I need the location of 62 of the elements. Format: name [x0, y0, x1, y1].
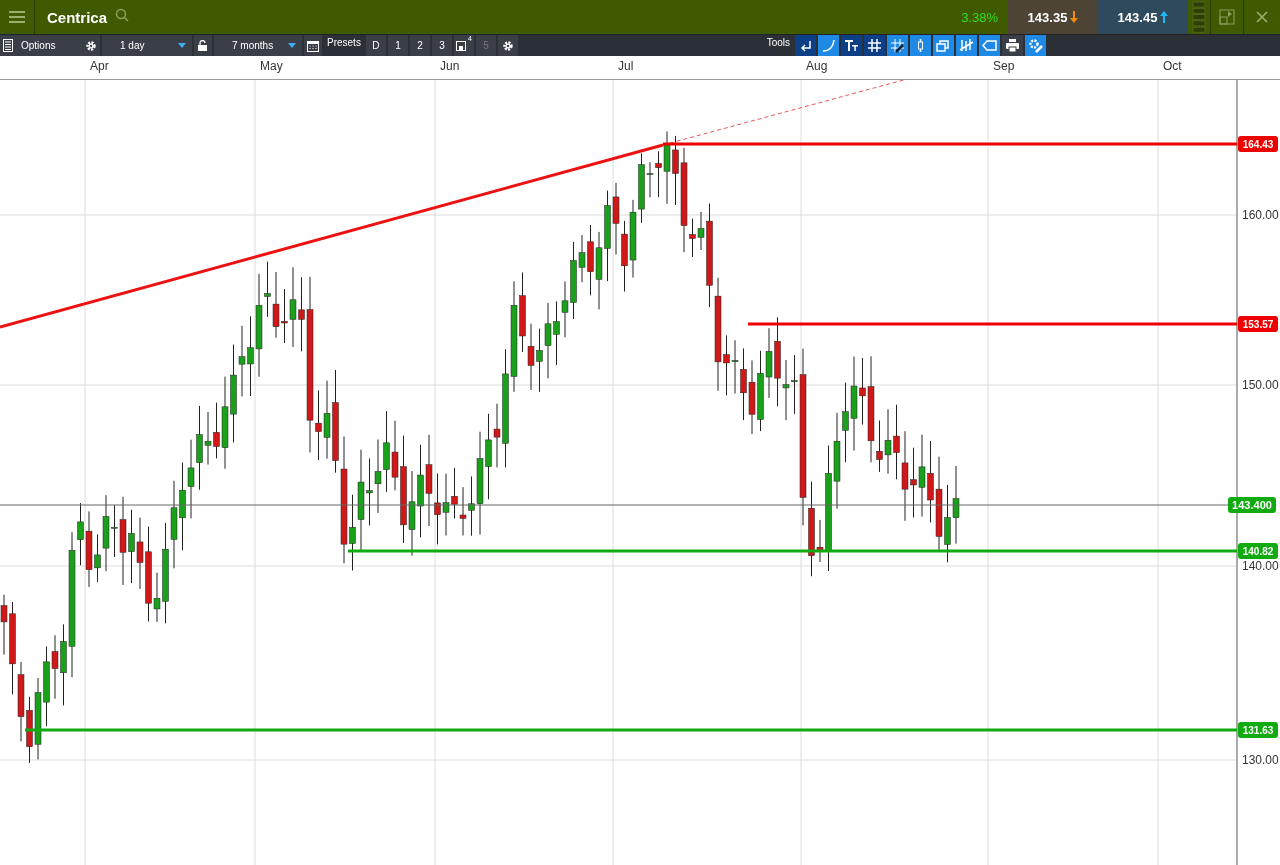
grid-icon: [867, 38, 882, 54]
tag-icon: [982, 38, 997, 54]
instrument-title: Centrica: [47, 8, 108, 26]
month-label: Apr: [90, 59, 109, 74]
price-tag: 131.63: [1238, 722, 1278, 738]
settings-pencil-icon: [1028, 38, 1043, 54]
sell-price-button[interactable]: 143.35: [1008, 0, 1098, 35]
lock-icon: [198, 40, 207, 52]
month-label: Jul: [618, 59, 634, 74]
price-tag: 140.82: [1238, 543, 1278, 559]
save-icon: [455, 40, 466, 51]
axis-label: 140.00: [1242, 559, 1279, 573]
preset-settings-button[interactable]: [497, 35, 518, 57]
axis-label: 130.00: [1242, 753, 1279, 767]
month-label: May: [260, 59, 283, 74]
axis-label: 150.00: [1242, 378, 1279, 392]
calendar-icon: [307, 39, 319, 52]
caret-icon: [178, 43, 186, 49]
month-label: Aug: [806, 59, 828, 74]
curve-icon: [821, 38, 836, 54]
tool-button[interactable]: [864, 35, 885, 57]
grid-pencil-icon: [890, 38, 905, 54]
tool-button[interactable]: [887, 35, 908, 57]
settings-icon: [501, 39, 514, 52]
windows-icon: [936, 38, 951, 54]
list-icon: [3, 39, 13, 53]
tool-button[interactable]: [1002, 35, 1023, 57]
calendar-button[interactable]: [304, 35, 322, 57]
month-label: Oct: [1163, 59, 1182, 74]
options-button[interactable]: Options: [0, 35, 100, 57]
price-tag: 164.43: [1238, 136, 1278, 152]
printer-icon: [1005, 38, 1020, 54]
lock-button[interactable]: [194, 35, 212, 57]
settings-icon: [85, 39, 97, 52]
preset-button[interactable]: 3: [431, 35, 452, 57]
tool-button[interactable]: [841, 35, 862, 57]
down-arrow-icon: [1070, 11, 1079, 24]
axis-label: 160.00: [1242, 208, 1279, 222]
up-arrow-icon: [1160, 11, 1169, 24]
month-label: Sep: [993, 59, 1015, 74]
search-icon: [115, 8, 130, 23]
level-bars-icon: [1192, 1, 1206, 34]
close-icon: [1256, 11, 1268, 24]
change-percent: 3.38%: [961, 9, 998, 25]
preset-button[interactable]: 1: [387, 35, 408, 57]
bars-icon: [959, 38, 974, 54]
presets-label: Presets: [327, 37, 361, 49]
caret-icon: [288, 43, 296, 49]
tool-button[interactable]: [795, 35, 816, 57]
text-size-icon: [844, 38, 859, 54]
range-dropdown[interactable]: 7 months: [214, 35, 302, 57]
interval-dropdown[interactable]: 1 day: [102, 35, 192, 57]
preset-button[interactable]: D: [365, 35, 386, 57]
preset-button[interactable]: 2: [409, 35, 430, 57]
buy-price-button[interactable]: 143.45: [1098, 0, 1188, 35]
tools-label: Tools: [766, 37, 790, 49]
price-tag: 143.400: [1228, 497, 1276, 513]
back-arrow-icon: [798, 38, 813, 54]
price-tag: 153.57: [1238, 316, 1278, 332]
layout-icon: [1219, 9, 1235, 26]
menu-icon: [9, 11, 25, 24]
month-label: Jun: [440, 59, 460, 74]
